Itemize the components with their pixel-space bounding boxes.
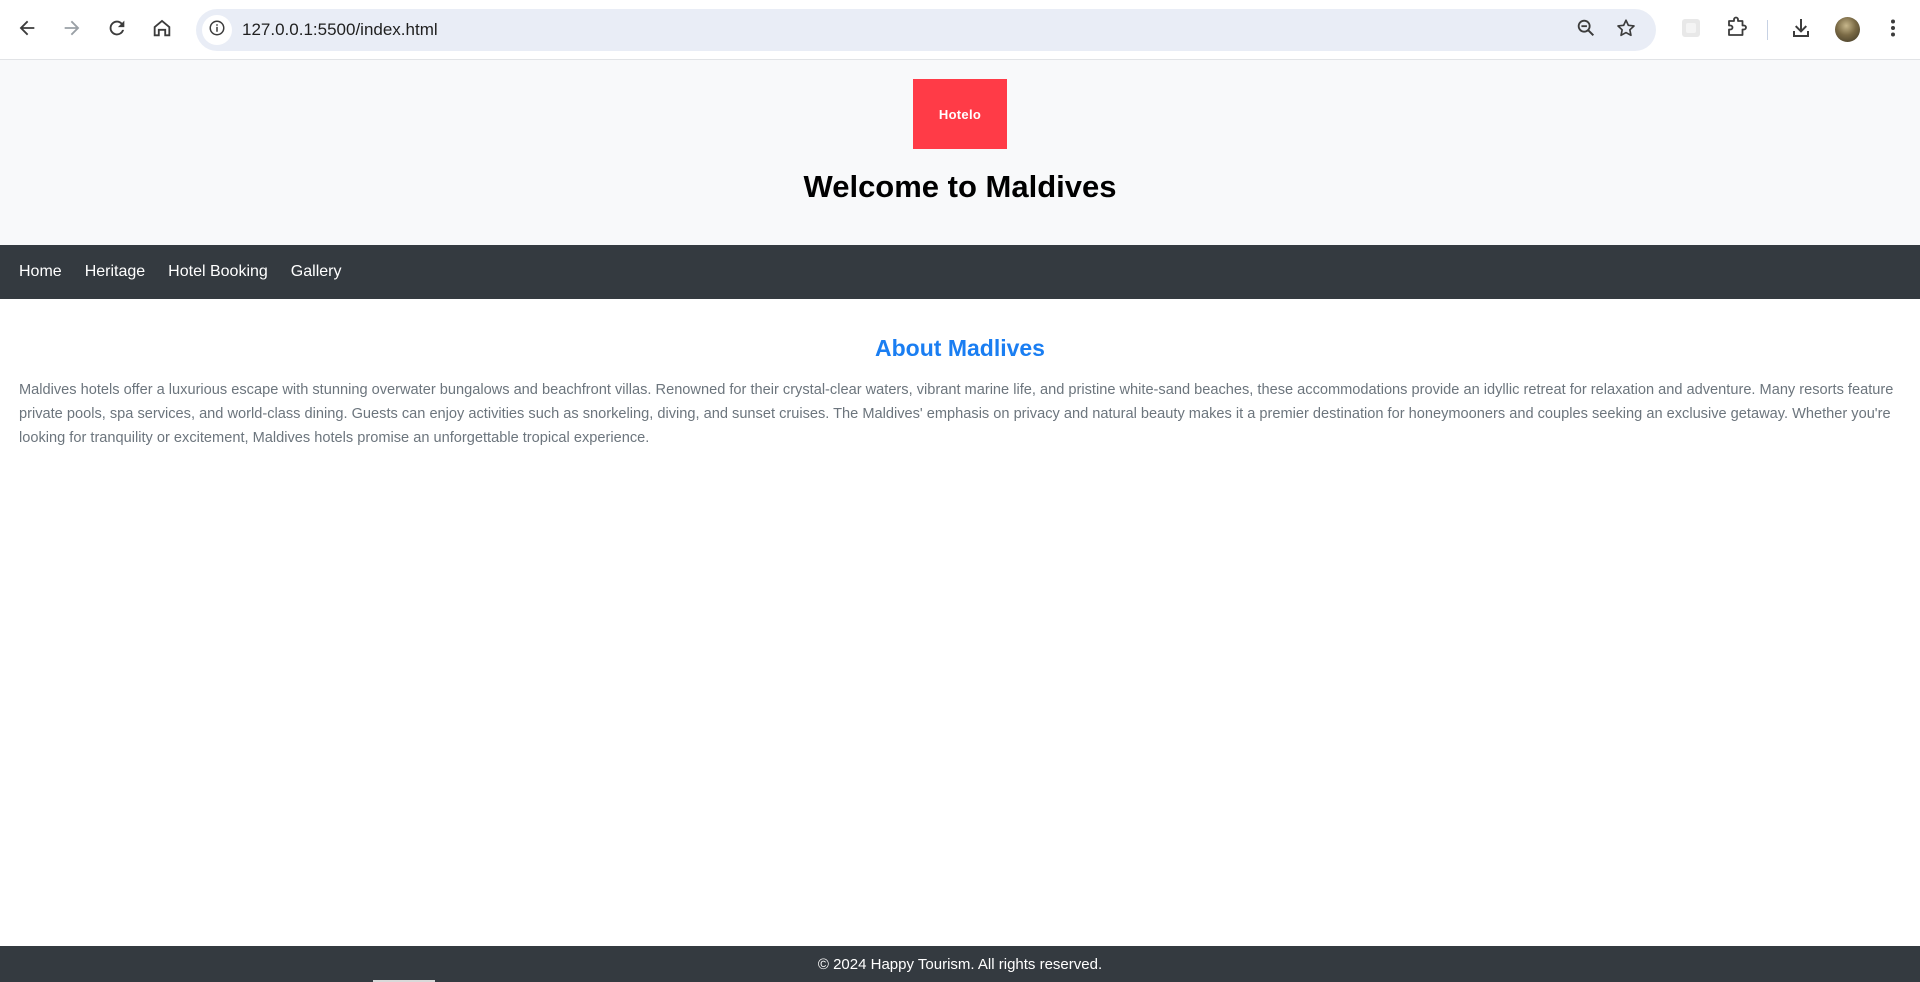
profile-avatar[interactable]: [1835, 17, 1860, 42]
info-icon: [208, 19, 226, 42]
home-button[interactable]: [144, 12, 180, 48]
downloads-button[interactable]: [1787, 16, 1815, 44]
bookmark-button[interactable]: [1614, 18, 1638, 42]
about-heading: About Madlives: [875, 335, 1045, 361]
home-icon: [151, 17, 173, 44]
download-icon: [1789, 16, 1813, 45]
extension-tile-icon: [1679, 16, 1703, 45]
arrow-right-icon: [61, 17, 83, 44]
address-bar[interactable]: 127.0.0.1:5500/index.html: [196, 9, 1656, 51]
nav-link-home[interactable]: Home: [19, 263, 62, 281]
about-paragraph: Maldives hotels offer a luxurious escape…: [19, 382, 1894, 446]
site-footer: © 2024 Happy Tourism. All rights reserve…: [0, 946, 1920, 982]
reload-button[interactable]: [99, 12, 135, 48]
extension-tile-button[interactable]: [1677, 16, 1705, 44]
url-text[interactable]: 127.0.0.1:5500/index.html: [242, 20, 438, 40]
nav-link-gallery[interactable]: Gallery: [291, 263, 342, 281]
nav-link-heritage[interactable]: Heritage: [85, 263, 145, 281]
zoom-button[interactable]: [1574, 18, 1598, 42]
back-button[interactable]: [9, 12, 45, 48]
main-nav: Home Heritage Hotel Booking Gallery: [0, 245, 1920, 299]
page-title: Welcome to Maldives: [803, 169, 1117, 204]
site-info-button[interactable]: [202, 15, 232, 45]
puzzle-icon: [1724, 16, 1748, 45]
arrow-left-icon: [16, 17, 38, 44]
browser-toolbar: 127.0.0.1:5500/index.html: [0, 0, 1920, 60]
extensions-button[interactable]: [1722, 16, 1750, 44]
browser-menu-button[interactable]: [1879, 16, 1907, 44]
zoom-out-icon: [1575, 17, 1597, 44]
hotelo-logo[interactable]: Hotelo: [913, 79, 1007, 149]
forward-button[interactable]: [54, 12, 90, 48]
reload-icon: [106, 17, 128, 44]
site-header: Hotelo Welcome to Maldives: [0, 60, 1920, 245]
star-icon: [1615, 17, 1637, 44]
kebab-menu-icon: [1881, 16, 1905, 45]
toolbar-divider: [1767, 20, 1768, 40]
nav-link-hotel-booking[interactable]: Hotel Booking: [168, 263, 268, 281]
footer-copyright: © 2024 Happy Tourism. All rights reserve…: [817, 955, 1103, 973]
